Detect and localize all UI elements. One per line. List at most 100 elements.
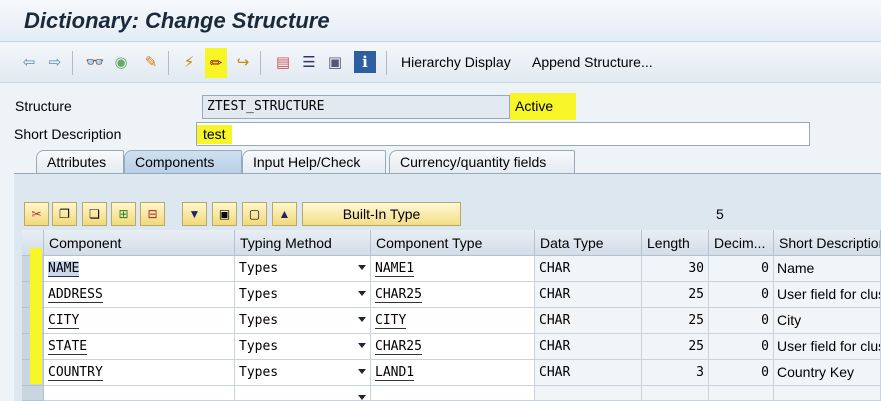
table-cell-decimals: [709, 386, 774, 401]
table-cell-data-type: CHAR: [535, 360, 642, 386]
table-cell-data-type: CHAR: [535, 308, 642, 334]
application-toolbar: ⇦ ⇨ 👓 ◉ ✎ ⚡ ✏ ↪ ▤ ☰ ▣ i Hierarchy Displa…: [0, 43, 881, 83]
tab-components[interactable]: Components: [124, 150, 242, 174]
dropdown-arrow-icon[interactable]: [358, 291, 366, 296]
table-cell-length: 25: [642, 334, 709, 360]
sort-icon[interactable]: ▼: [182, 202, 207, 226]
table-cell-length: 30: [642, 256, 709, 282]
table-cell-component-type[interactable]: NAME1: [371, 256, 535, 282]
table-cell-typing-method[interactable]: Types: [235, 334, 371, 360]
table-cell-decimals: 0: [709, 334, 774, 360]
delete-row-icon[interactable]: ⊟: [140, 202, 165, 226]
table-cell-component[interactable]: CITY: [44, 308, 235, 334]
pencil-icon[interactable]: ✏: [205, 48, 227, 78]
back-icon[interactable]: ⇦: [18, 51, 40, 73]
top-icon[interactable]: ▲: [272, 202, 297, 226]
info-icon[interactable]: i: [354, 51, 376, 73]
table-cell-component[interactable]: [44, 386, 235, 401]
paste-icon[interactable]: ❏: [82, 202, 107, 226]
component-count: 5: [716, 206, 724, 222]
tab-attributes[interactable]: Attributes: [36, 150, 124, 174]
insert-row-icon[interactable]: ⊞: [111, 202, 136, 226]
append-structure-button[interactable]: Append Structure...: [532, 54, 653, 70]
toolbar-separator: [72, 51, 73, 75]
display-change-icon[interactable]: ✎: [140, 51, 162, 73]
table-cell-decimals: 0: [709, 308, 774, 334]
column-header-length[interactable]: Length: [642, 230, 709, 256]
components-table: Component Typing Method Component Type D…: [22, 230, 881, 401]
column-header-component-type[interactable]: Component Type: [371, 230, 535, 256]
select-icon[interactable]: ▣: [212, 202, 237, 226]
table-cell-short-description: City: [774, 308, 881, 334]
table-cell-typing-method[interactable]: Types: [235, 256, 371, 282]
table-cell-length: [642, 386, 709, 401]
hierarchy-icon[interactable]: ▤: [272, 51, 294, 73]
table-cell-data-type: CHAR: [535, 334, 642, 360]
hierarchy-display-button[interactable]: Hierarchy Display: [401, 54, 511, 70]
layout-icon[interactable]: ▣: [324, 51, 346, 73]
table-cell-component[interactable]: ADDRESS: [44, 282, 235, 308]
forward-icon[interactable]: ⇨: [44, 51, 66, 73]
status-active-badge: Active: [510, 93, 576, 120]
table-cell-decimals: 0: [709, 256, 774, 282]
table-cell-short-description: User field for cluster: [774, 334, 881, 360]
deselect-icon[interactable]: ▢: [242, 202, 267, 226]
tab-input-help-check[interactable]: Input Help/Check: [242, 150, 386, 174]
transport-icon[interactable]: ↪: [232, 51, 254, 73]
table-cell-component[interactable]: STATE: [44, 334, 235, 360]
highlight-marker: [30, 248, 42, 384]
table-cell-component-type[interactable]: CHAR25: [371, 334, 535, 360]
short-description-value: test: [197, 125, 232, 144]
cut-icon[interactable]: ✂: [24, 202, 49, 226]
table-cell-short-description: Country Key: [774, 360, 881, 386]
window-title: Dictionary: Change Structure: [24, 8, 330, 33]
table-cell-length: 3: [642, 360, 709, 386]
table-cell-typing-method[interactable]: Types: [235, 360, 371, 386]
dropdown-arrow-icon[interactable]: [358, 265, 366, 270]
activate-icon[interactable]: ⚡: [178, 51, 200, 73]
list-icon[interactable]: ☰: [298, 51, 320, 73]
table-cell-typing-method[interactable]: [235, 386, 371, 401]
dropdown-arrow-icon[interactable]: [358, 317, 366, 322]
built-in-type-button[interactable]: Built-In Type: [302, 202, 461, 226]
column-header-typing-method[interactable]: Typing Method: [235, 230, 371, 256]
table-cell-decimals: 0: [709, 282, 774, 308]
table-cell-component-type[interactable]: CHAR25: [371, 282, 535, 308]
table-cell-short-description: User field for cluster: [774, 282, 881, 308]
dropdown-arrow-icon[interactable]: [358, 369, 366, 374]
table-cell-short-description: Name: [774, 256, 881, 282]
table-cell-length: 25: [642, 282, 709, 308]
tab-strip: Attributes Components Input Help/Check C…: [0, 150, 881, 174]
toolbar-separator: [168, 51, 169, 75]
dropdown-arrow-icon[interactable]: [358, 343, 366, 348]
table-cell-component[interactable]: NAME: [44, 256, 235, 282]
title-bar: Dictionary: Change Structure: [0, 0, 881, 42]
table-cell-component-type[interactable]: CITY: [371, 308, 535, 334]
structure-label: Structure: [15, 98, 72, 114]
short-description-input[interactable]: test: [196, 122, 810, 146]
tab-currency-quantity-fields[interactable]: Currency/quantity fields: [389, 150, 575, 174]
glasses-icon[interactable]: 👓: [84, 51, 106, 73]
dropdown-arrow-icon[interactable]: [358, 395, 366, 400]
table-cell-data-type: [535, 386, 642, 401]
table-cell-component[interactable]: COUNTRY: [44, 360, 235, 386]
copy-icon[interactable]: ❐: [52, 202, 77, 226]
table-cell-typing-method[interactable]: Types: [235, 282, 371, 308]
column-header-short-description[interactable]: Short Description: [774, 230, 881, 256]
structure-field: ZTEST_STRUCTURE: [202, 95, 510, 119]
column-header-component[interactable]: Component: [44, 230, 235, 256]
table-cell-component-type[interactable]: LAND1: [371, 360, 535, 386]
other-object-icon[interactable]: ◉: [110, 51, 132, 73]
table-cell-data-type: CHAR: [535, 282, 642, 308]
column-header-decimals[interactable]: Decim...: [709, 230, 774, 256]
table-cell-decimals: 0: [709, 360, 774, 386]
row-selector[interactable]: [22, 386, 44, 401]
column-header-data-type[interactable]: Data Type: [535, 230, 642, 256]
toolbar-separator: [386, 51, 387, 75]
short-description-label: Short Description: [14, 126, 122, 142]
table-cell-component-type[interactable]: [371, 386, 535, 401]
table-cell-short-description: [774, 386, 881, 401]
table-cell-data-type: CHAR: [535, 256, 642, 282]
table-cell-typing-method[interactable]: Types: [235, 308, 371, 334]
table-cell-length: 25: [642, 308, 709, 334]
